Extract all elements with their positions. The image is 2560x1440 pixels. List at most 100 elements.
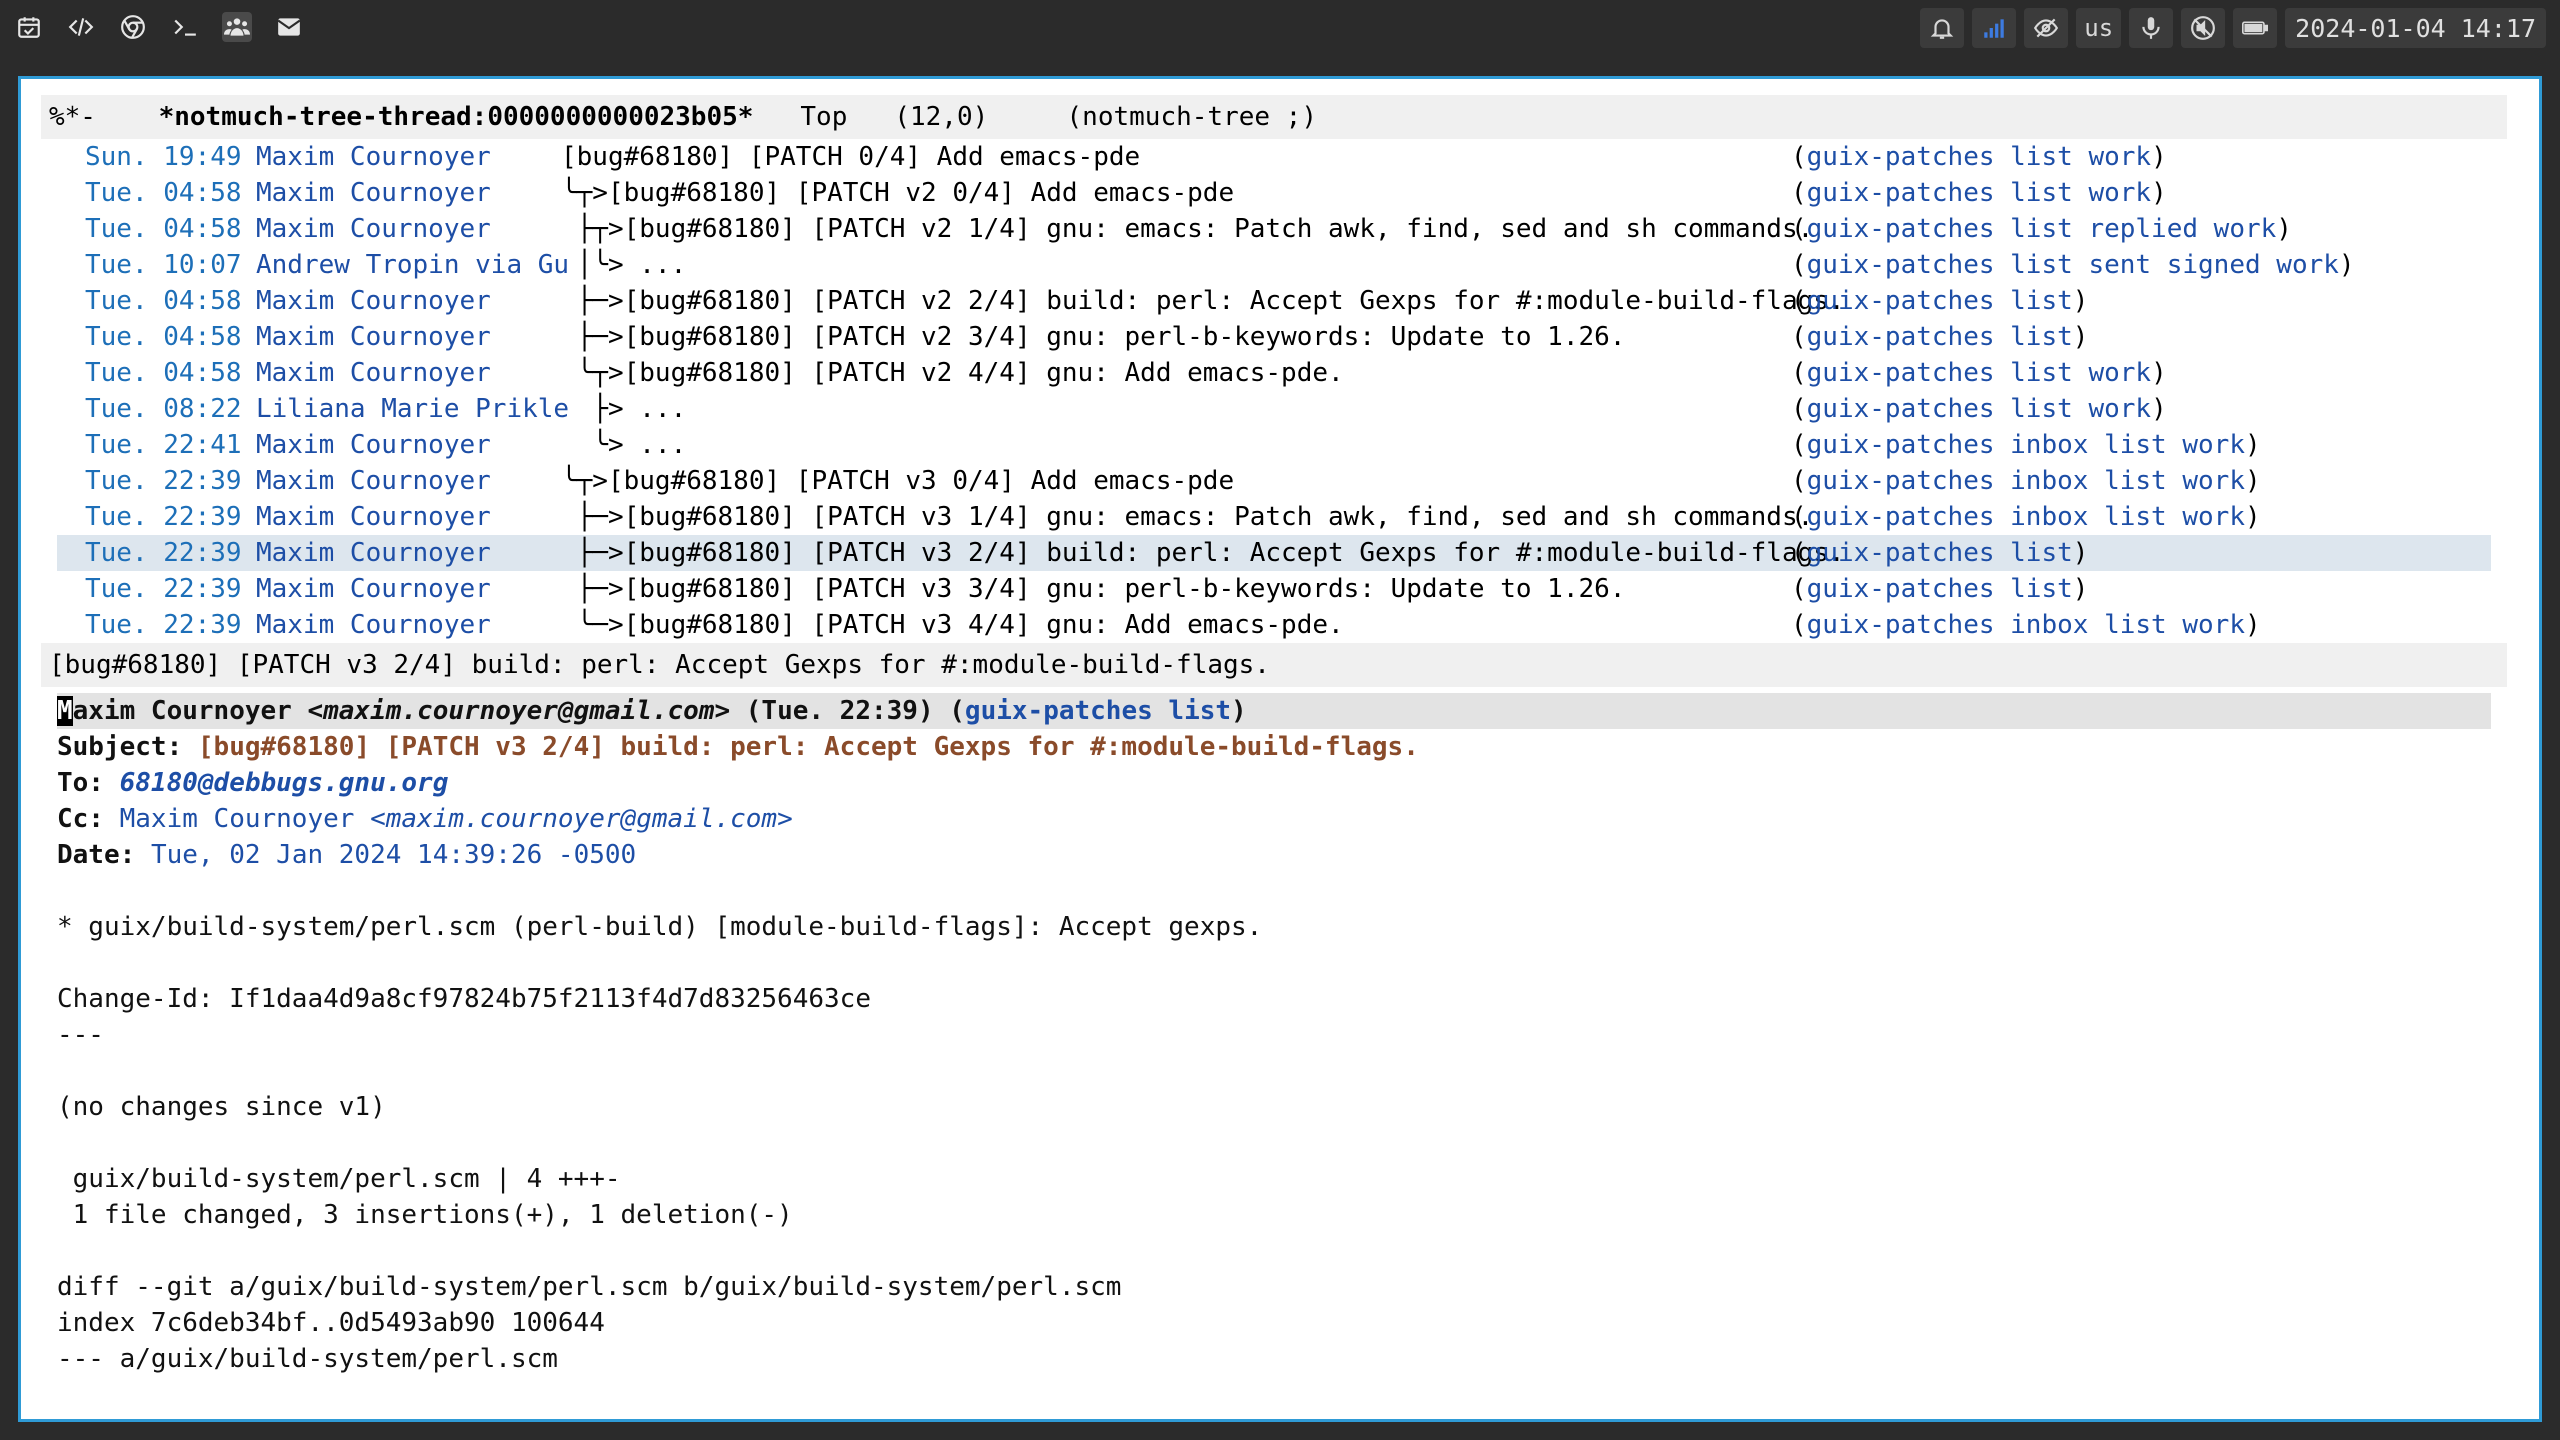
- tag-label[interactable]: guix-patches: [1807, 142, 1995, 172]
- from-name: axim Cournoyer: [72, 696, 292, 726]
- tag-label[interactable]: guix-patches: [1807, 610, 1995, 640]
- tag-label[interactable]: guix-patches: [1807, 574, 1995, 604]
- eye-slash-icon[interactable]: [2024, 8, 2069, 48]
- network-signal-icon[interactable]: [1972, 8, 2017, 48]
- tag-label[interactable]: guix-patches: [1807, 322, 1995, 352]
- tree-row[interactable]: Tue. 22:39 Maxim Cournoyer ╰─>[bug#68180]…: [41, 607, 2507, 643]
- tag-label[interactable]: inbox: [2010, 610, 2088, 640]
- cc-email[interactable]: <maxim.cournoyer@gmail.com>: [370, 804, 793, 834]
- chrome-icon[interactable]: [118, 12, 148, 42]
- tag-label[interactable]: list: [2010, 142, 2073, 172]
- body-line: [57, 1125, 2507, 1161]
- tree-row[interactable]: Tue. 04:58 Maxim Cournoyer ├┬>[bug#68180]…: [41, 211, 2507, 247]
- tree-row[interactable]: Tue. 04:58 Maxim Cournoyer ├─>[bug#68180]…: [41, 319, 2507, 355]
- emacs-frame: %*- *notmuch-tree-thread:0000000000023b0…: [18, 76, 2542, 1422]
- header-tags[interactable]: guix-patches list: [965, 696, 1231, 726]
- tree-row[interactable]: Tue. 08:22 Liliana Marie Prikle ├> ... (gu…: [41, 391, 2507, 427]
- tag-label[interactable]: list: [2010, 538, 2073, 568]
- tag-label[interactable]: inbox: [2010, 430, 2088, 460]
- tree-row[interactable]: Tue. 22:41 Maxim Cournoyer ╰> ... (guix-pa…: [41, 427, 2507, 463]
- tag-label[interactable]: guix-patches: [1807, 214, 1995, 244]
- message-header-line[interactable]: Maxim Cournoyer <maxim.cournoyer@gmail.c…: [57, 693, 2491, 729]
- tree-row-date: Tue. 22:39: [85, 466, 242, 496]
- tag-label[interactable]: work: [2182, 430, 2245, 460]
- tag-label[interactable]: work: [2182, 610, 2245, 640]
- tree-row-date: Tue. 04:58: [85, 178, 242, 208]
- tag-label[interactable]: guix-patches: [1807, 466, 1995, 496]
- tag-label[interactable]: work: [2182, 502, 2245, 532]
- battery-icon[interactable]: [2233, 8, 2278, 48]
- tree-row[interactable]: Tue. 04:58 Maxim Cournoyer ╰┬>[bug#68180] …: [41, 175, 2507, 211]
- tag-label[interactable]: list: [2010, 358, 2073, 388]
- tag-label[interactable]: guix-patches: [1807, 286, 1995, 316]
- tree-row[interactable]: Tue. 22:39 Maxim Cournoyer ├─>[bug#68180]…: [41, 571, 2507, 607]
- clock[interactable]: 2024-01-04 14:17: [2285, 8, 2546, 48]
- tag-label[interactable]: list: [2010, 574, 2073, 604]
- tag-label[interactable]: guix-patches: [1807, 250, 1995, 280]
- tree-row-author: Maxim Cournoyer: [256, 466, 491, 496]
- mail-icon[interactable]: [274, 12, 304, 42]
- tree-row[interactable]: Tue. 10:07 Andrew Tropin via Gu │╰> ... (g…: [41, 247, 2507, 283]
- tag-label[interactable]: work: [2214, 214, 2277, 244]
- tag-label[interactable]: guix-patches: [1807, 358, 1995, 388]
- tree-row[interactable]: Tue. 22:39 Maxim Cournoyer ╰┬>[bug#68180] …: [41, 463, 2507, 499]
- tree-row-subject: ├─>[bug#68180] [PATCH v2 3/4] gnu: perl-…: [561, 322, 1626, 352]
- tree-row-author: Maxim Cournoyer: [256, 142, 491, 172]
- keyboard-layout[interactable]: us: [2076, 8, 2122, 48]
- calendar-icon[interactable]: [14, 12, 44, 42]
- microphone-icon[interactable]: [2129, 8, 2174, 48]
- tree-row-subject: ├─>[bug#68180] [PATCH v3 1/4] gnu: emacs…: [561, 502, 1814, 532]
- speaker-muted-icon[interactable]: [2181, 8, 2226, 48]
- people-icon[interactable]: [222, 12, 252, 42]
- tag-label[interactable]: guix-patches: [1807, 538, 1995, 568]
- tag-label[interactable]: list: [2010, 322, 2073, 352]
- tag-label[interactable]: list: [2010, 178, 2073, 208]
- tag-label[interactable]: list: [2010, 214, 2073, 244]
- tree-row-author: Maxim Cournoyer: [256, 358, 491, 388]
- tag-label[interactable]: work: [2088, 394, 2151, 424]
- tag-label[interactable]: guix-patches: [1807, 430, 1995, 460]
- tag-label[interactable]: inbox: [2010, 466, 2088, 496]
- tree-row-tags: (guix-patches list): [1791, 538, 2089, 568]
- tag-label[interactable]: list: [2104, 610, 2167, 640]
- tag-label[interactable]: signed: [2167, 250, 2261, 280]
- tag-label[interactable]: work: [2088, 358, 2151, 388]
- tag-label[interactable]: list: [2104, 466, 2167, 496]
- tag-label[interactable]: list: [2104, 430, 2167, 460]
- tag-label[interactable]: sent: [2088, 250, 2151, 280]
- tag-label[interactable]: work: [2276, 250, 2339, 280]
- tree-row[interactable]: Sun. 19:49 Maxim Cournoyer [bug#68180] [PA…: [41, 139, 2507, 175]
- tree-row[interactable]: Tue. 04:58 Maxim Cournoyer ├─>[bug#68180]…: [41, 283, 2507, 319]
- tree-row-author: Maxim Cournoyer: [256, 430, 491, 460]
- body-line: [57, 873, 2507, 909]
- tag-label[interactable]: guix-patches: [1807, 178, 1995, 208]
- tag-label[interactable]: guix-patches: [1807, 394, 1995, 424]
- mode-line-top[interactable]: %*- *notmuch-tree-thread:0000000000023b0…: [41, 95, 2507, 139]
- to-address-link[interactable]: 68180@debbugs.gnu.org: [120, 768, 449, 798]
- header-date: (Tue. 22:39): [745, 696, 934, 726]
- tag-label[interactable]: inbox: [2010, 502, 2088, 532]
- tag-label[interactable]: work: [2182, 466, 2245, 496]
- tree-row-date: Tue. 04:58: [85, 214, 242, 244]
- tag-label[interactable]: replied: [2088, 214, 2198, 244]
- tag-label[interactable]: list: [2010, 286, 2073, 316]
- tag-label[interactable]: list: [2010, 250, 2073, 280]
- tree-row-subject: ╰─>[bug#68180] [PATCH v3 4/4] gnu: Add e…: [561, 610, 1344, 640]
- cc-name[interactable]: Maxim Cournoyer: [120, 804, 355, 834]
- system-top-bar: us 2024-01-04 14:17: [0, 0, 2560, 58]
- tree-row-tags: (guix-patches inbox list work): [1791, 466, 2261, 496]
- tag-label[interactable]: work: [2088, 178, 2151, 208]
- mode-line-message-title: [bug#68180] [PATCH v3 2/4] build: perl: …: [41, 643, 2507, 687]
- terminal-icon[interactable]: [170, 12, 200, 42]
- notification-bell-icon[interactable]: [1920, 8, 1965, 48]
- tag-label[interactable]: list: [2010, 394, 2073, 424]
- code-icon[interactable]: [66, 12, 96, 42]
- tree-row-selected[interactable]: Tue. 22:39 Maxim Cournoyer ├─>[bug#68180]…: [57, 535, 2491, 571]
- tag-label[interactable]: list: [2104, 502, 2167, 532]
- tree-row-author: Maxim Cournoyer: [256, 214, 491, 244]
- from-email: <maxim.cournoyer@gmail.com>: [307, 696, 731, 726]
- tree-row[interactable]: Tue. 04:58 Maxim Cournoyer ╰┬>[bug#68180]…: [41, 355, 2507, 391]
- tag-label[interactable]: guix-patches: [1807, 502, 1995, 532]
- tag-label[interactable]: work: [2088, 142, 2151, 172]
- tree-row[interactable]: Tue. 22:39 Maxim Cournoyer ├─>[bug#68180]…: [41, 499, 2507, 535]
